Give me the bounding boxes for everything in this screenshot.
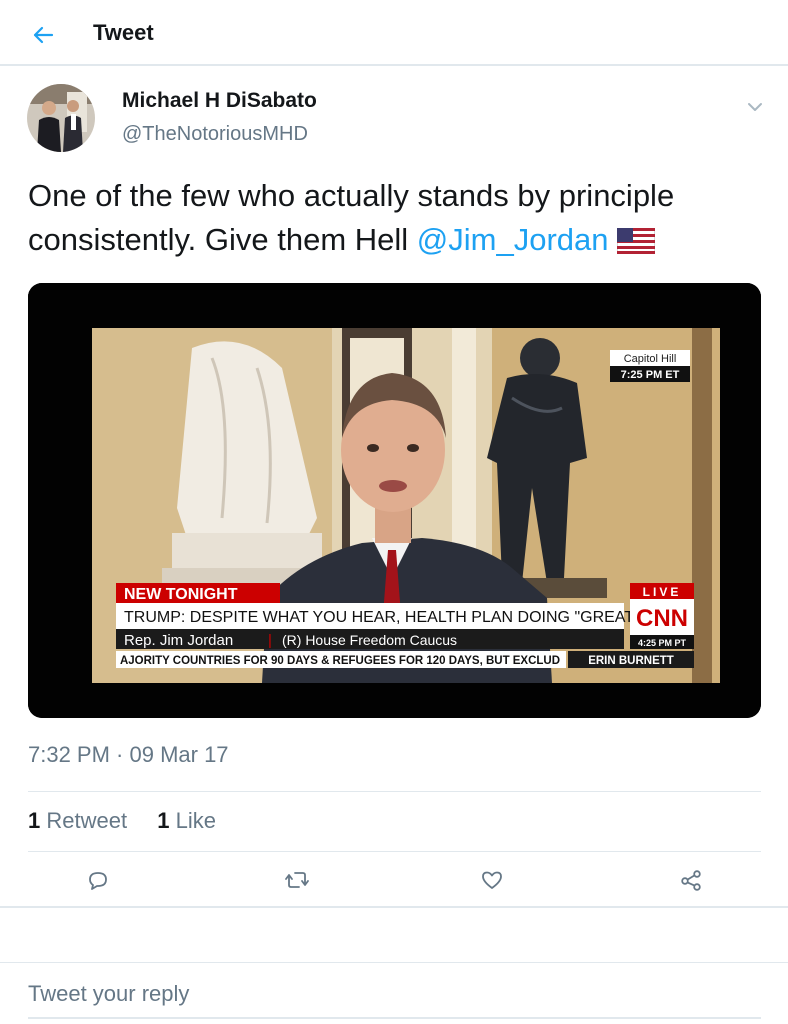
name-separator: | xyxy=(268,632,272,649)
time-et-label: 7:25 PM ET xyxy=(621,369,680,381)
divider xyxy=(28,791,761,792)
reply-button[interactable] xyxy=(80,862,116,898)
like-count: 1 xyxy=(157,808,170,833)
retweet-stat[interactable]: 1 Retweet xyxy=(28,808,127,833)
like-stat[interactable]: 1 Like xyxy=(157,808,216,833)
like-heart-icon xyxy=(482,871,502,889)
ticker-text: AJORITY COUNTRIES FOR 90 DAYS & REFUGEES… xyxy=(120,655,560,667)
like-button[interactable] xyxy=(474,862,510,898)
time-pt-label: 4:25 PM PT xyxy=(638,638,687,648)
page-title: Tweet xyxy=(93,20,154,45)
banner-label: NEW TONIGHT xyxy=(124,586,238,603)
retweet-count: 1 xyxy=(28,808,41,833)
mention-link[interactable]: @Jim_Jordan xyxy=(417,222,609,257)
affiliation-text: (R) House Freedom Caucus xyxy=(282,632,457,648)
live-label: LIVE xyxy=(643,585,682,599)
us-flag-icon xyxy=(616,222,656,266)
back-button[interactable] xyxy=(26,18,60,52)
location-label: Capitol Hill xyxy=(624,353,677,365)
author-handle[interactable]: @TheNotoriousMHD xyxy=(122,123,308,146)
author-name[interactable]: Michael H DiSabato xyxy=(122,89,317,113)
tweet-timestamp[interactable]: 7:32 PM · 09 Mar 17 xyxy=(28,742,229,768)
show-name: ERIN BURNETT xyxy=(588,655,674,667)
name-tag: Rep. Jim Jordan xyxy=(124,632,233,649)
reply-icon xyxy=(89,872,107,890)
reply-bar xyxy=(0,962,788,1024)
section-separator xyxy=(0,906,788,962)
share-button[interactable] xyxy=(673,862,709,898)
avatar[interactable] xyxy=(27,84,95,152)
engagement-stats: 1 Retweet 1 Like xyxy=(28,808,240,834)
share-icon xyxy=(681,870,701,891)
tweet-media[interactable]: Capitol Hill 7:25 PM ET NEW TONIGHT TRUM… xyxy=(28,283,761,718)
cnn-logo: CNN xyxy=(636,605,688,632)
tweet-options-button[interactable] xyxy=(744,96,766,118)
retweet-button[interactable] xyxy=(279,862,315,898)
like-label: Like xyxy=(175,808,216,833)
chevron-down-icon xyxy=(748,103,762,111)
retweet-icon xyxy=(285,872,309,888)
headline-text: TRUMP: DESPITE WHAT YOU HEAR, HEALTH PLA… xyxy=(124,609,640,626)
tweet-text: One of the few who actually stands by pr… xyxy=(28,174,763,266)
reply-underline xyxy=(28,1017,761,1019)
top-bar: Tweet xyxy=(0,0,788,66)
retweet-label: Retweet xyxy=(46,808,128,833)
divider xyxy=(28,851,761,852)
back-arrow-icon xyxy=(33,26,54,44)
reply-input[interactable] xyxy=(28,977,728,1011)
